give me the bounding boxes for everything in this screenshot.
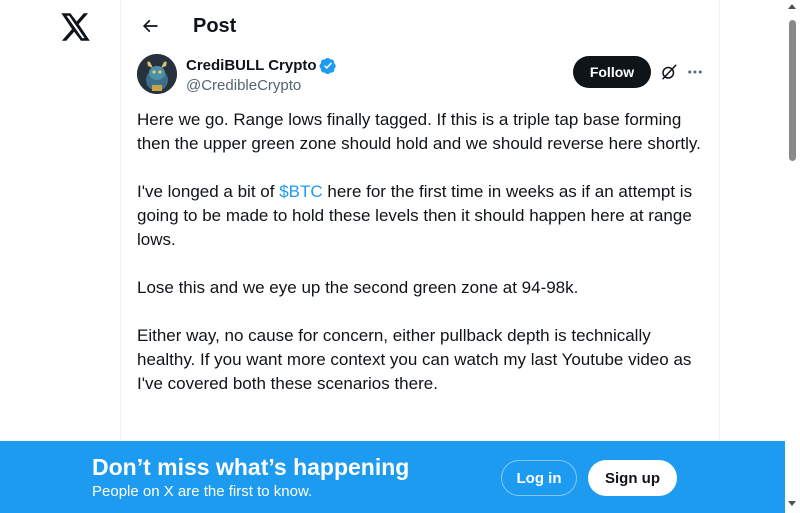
arrow-left-icon [142,19,158,33]
grok-button[interactable] [657,60,681,84]
page-title: Post [193,15,237,37]
tweet-paragraph: Either way, no cause for concern, either… [137,326,692,393]
post-column: Post CrediBULL Crypto @CredibleCrypto Fo… [120,0,720,513]
page-scrollbar[interactable] [785,0,800,513]
more-horizontal-icon [688,70,702,74]
avatar[interactable] [137,54,177,94]
author-handle[interactable]: @CredibleCrypto [186,76,301,96]
left-nav-rail [0,0,120,513]
scroll-down-arrow-icon[interactable] [788,501,796,506]
x-logo-icon[interactable] [60,11,92,43]
banner-subtitle: People on X are the first to know. [92,483,313,500]
signup-button[interactable]: Sign up [588,460,677,496]
post-header: Post [121,0,719,53]
login-button[interactable]: Log in [501,460,577,496]
grok-icon [662,64,677,80]
tweet-paragraph: Here we go. Range lows finally tagged. I… [137,110,701,153]
more-button[interactable] [683,60,707,84]
scrollbar-thumb[interactable] [789,20,796,161]
author-name[interactable]: CrediBULL Crypto [186,56,317,76]
scroll-up-arrow-icon[interactable] [788,4,796,9]
verified-badge-icon [319,57,337,75]
tweet-paragraph: I've longed a bit of $BTC here for the f… [137,180,703,252]
cashtag-link[interactable]: $BTC [279,182,322,201]
signup-banner: Don’t miss what’s happening People on X … [0,441,785,513]
tweet-text: Here we go. Range lows finally tagged. I… [137,108,703,420]
follow-button[interactable]: Follow [573,56,651,88]
tweet-paragraph: Lose this and we eye up the second green… [137,278,579,297]
banner-title: Don’t miss what’s happening [92,454,410,480]
tweet-text-segment: I've longed a bit of [137,182,280,201]
back-button[interactable] [133,9,167,43]
